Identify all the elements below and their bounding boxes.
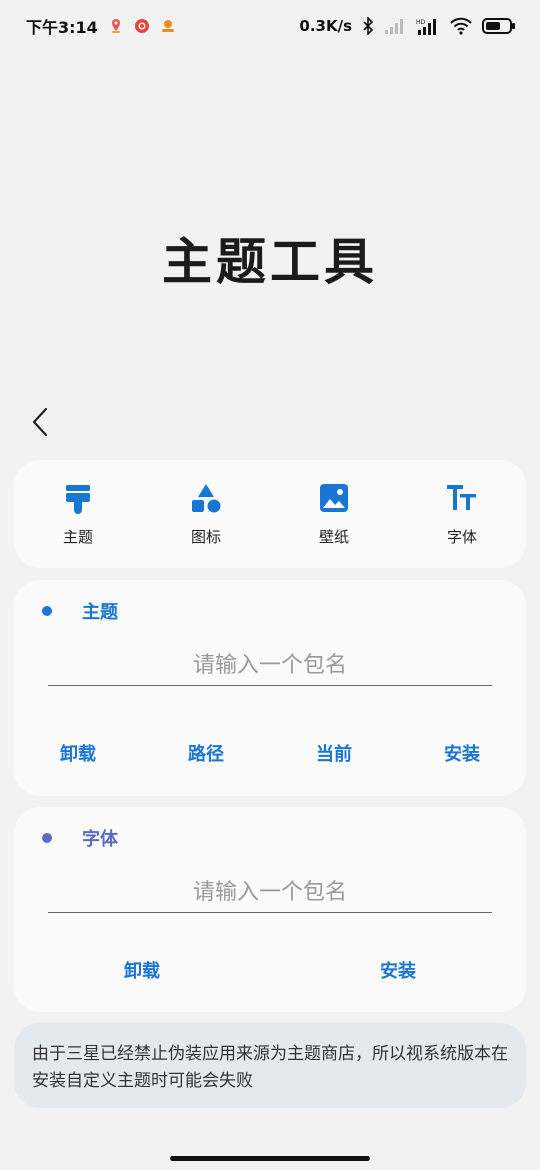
paint-brush-icon xyxy=(66,484,90,514)
home-indicator[interactable] xyxy=(170,1156,370,1161)
nav-item-theme[interactable]: 主题 xyxy=(14,460,142,568)
status-right: 0.3K/s HD xyxy=(299,17,516,35)
nav-item-wallpaper[interactable]: 壁纸 xyxy=(270,460,398,568)
font-actions: 卸载 安装 xyxy=(14,957,526,983)
signal-icon xyxy=(385,19,403,34)
location-icon xyxy=(111,19,120,33)
back-button[interactable] xyxy=(24,402,56,442)
nav-item-icons[interactable]: 图标 xyxy=(142,460,270,568)
font-section: 字体 卸载 安装 xyxy=(14,807,526,1012)
font-uninstall-button[interactable]: 卸载 xyxy=(14,957,270,983)
status-time: 下午3:14 xyxy=(26,18,98,37)
font-section-title: 字体 xyxy=(82,829,118,850)
chevron-left-icon xyxy=(32,407,48,437)
network-speed: 0.3K/s xyxy=(299,17,352,35)
bluetooth-icon xyxy=(363,17,374,35)
status-bar: 下午3:14 0.3K/s HD xyxy=(0,0,540,52)
shapes-icon xyxy=(192,483,221,512)
nav-label-wallpaper: 壁纸 xyxy=(318,527,349,546)
font-section-header: 字体 xyxy=(42,825,118,851)
svg-text:HD: HD xyxy=(416,19,426,26)
theme-section-dot xyxy=(42,606,52,616)
theme-current-button[interactable]: 当前 xyxy=(270,740,398,766)
notice-text: 由于三星已经禁止伪装应用来源为主题商店，所以视系统版本在安装自定义主题时可能会失… xyxy=(14,1023,526,1108)
theme-uninstall-button[interactable]: 卸载 xyxy=(14,740,142,766)
nav-label-theme: 主题 xyxy=(62,527,93,546)
theme-package-input[interactable] xyxy=(48,646,492,686)
screen: 下午3:14 0.3K/s HD 主题工具 主题 图标 壁纸 字体 主题 请输入… xyxy=(0,0,540,1170)
font-package-input[interactable] xyxy=(48,873,492,913)
status-left: 下午3:14 xyxy=(26,14,176,38)
page-title: 主题工具 xyxy=(162,233,378,291)
font-icon xyxy=(447,484,476,510)
image-icon xyxy=(320,483,348,512)
record-icon xyxy=(134,19,149,33)
nav-label-font: 字体 xyxy=(446,527,477,546)
theme-install-button[interactable]: 安装 xyxy=(398,740,526,766)
font-section-dot xyxy=(42,833,52,843)
font-install-button[interactable]: 安装 xyxy=(270,957,526,983)
theme-section-title: 主题 xyxy=(82,602,118,623)
nav-label-icons: 图标 xyxy=(190,527,221,546)
theme-path-button[interactable]: 路径 xyxy=(142,740,270,766)
category-nav: 主题 图标 壁纸 字体 xyxy=(14,460,526,568)
theme-section: 主题 卸载 路径 当前 安装 xyxy=(14,580,526,796)
nav-item-font[interactable]: 字体 xyxy=(398,460,526,568)
app-notification-icon xyxy=(161,20,174,32)
wifi-icon xyxy=(450,17,472,35)
theme-actions: 卸载 路径 当前 安装 xyxy=(14,740,526,766)
battery-icon xyxy=(482,18,515,34)
theme-section-header: 主题 xyxy=(42,598,118,624)
hd-signal-icon: HD xyxy=(416,19,436,35)
